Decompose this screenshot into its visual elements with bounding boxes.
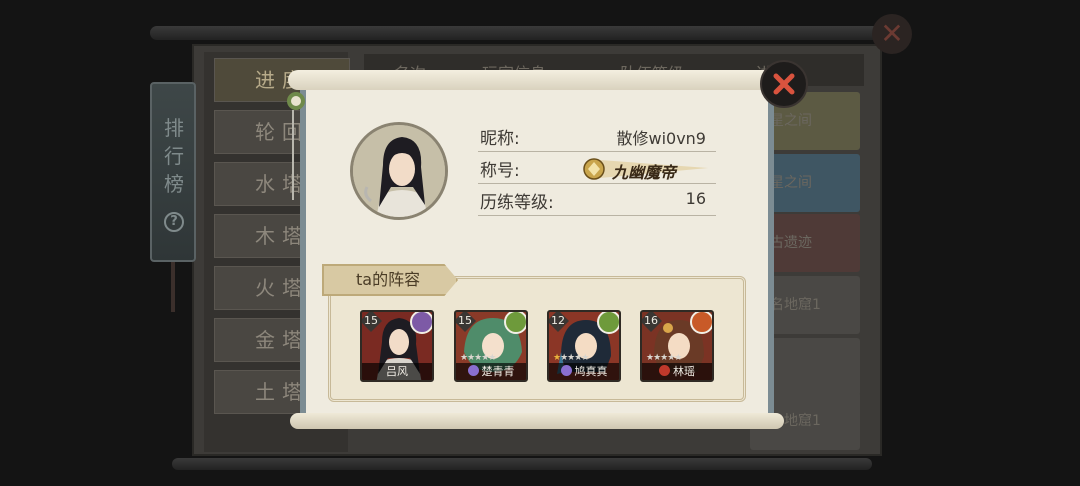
- hero-class-icon: [659, 365, 670, 376]
- hero-name-bar: 鸠真真: [549, 363, 619, 380]
- hero-card[interactable]: 15 ★★★★★ 楚青青: [454, 310, 528, 382]
- title-value: 九幽魔帝: [612, 163, 677, 182]
- jade-pendant-string: [292, 110, 294, 200]
- fire-element-icon: [690, 312, 712, 334]
- level-value: 16: [685, 189, 706, 208]
- row-progress: 古遗迹: [770, 235, 812, 251]
- title-label: 称号:: [480, 161, 520, 181]
- hero-name-bar: 林瑶: [642, 363, 712, 380]
- popup-rod-bottom: [290, 413, 784, 429]
- hero-name: 吕风: [386, 365, 408, 378]
- scroll-rod-top: [150, 26, 892, 40]
- question-icon[interactable]: ?: [164, 212, 184, 232]
- player-avatar[interactable]: [350, 122, 448, 220]
- hero-name: 林瑶: [673, 365, 695, 378]
- side-banner-title: 排行榜: [164, 116, 184, 196]
- wood-element-icon: [504, 312, 526, 334]
- title-badge: 九幽魔帝: [580, 156, 710, 182]
- hero-name-bar: 楚青青: [456, 363, 526, 380]
- hero-stars: ★★★★★: [553, 353, 589, 363]
- nickname-value: 散修wi0vn9: [616, 129, 706, 148]
- popup-close-button[interactable]: [760, 60, 808, 108]
- hero-name: 楚青青: [481, 365, 515, 378]
- hero-stars: ★★★★★: [646, 353, 682, 363]
- row-progress: 星之间: [770, 113, 812, 129]
- wood-element-icon: [597, 312, 619, 334]
- nickname-row: 昵称: 散修wi0vn9: [478, 122, 716, 152]
- lineup-label: ta的阵容: [322, 264, 458, 296]
- ranking-side-banner: 排行榜 ?: [150, 82, 196, 262]
- hero-card[interactable]: 12 ★★★★★ 鸠真真: [547, 310, 621, 382]
- hero-card[interactable]: 16 ★★★★★ 林瑶: [640, 310, 714, 382]
- level-label: 历练等级:: [480, 193, 554, 213]
- popup-rod-top: [288, 70, 786, 90]
- level-row: 历练等级: 16: [478, 186, 716, 216]
- hero-name-bar: 吕风: [362, 363, 432, 380]
- close-x-icon: [773, 73, 795, 95]
- banner-tassel: [171, 262, 175, 312]
- jade-pendant-icon: [287, 92, 305, 110]
- hero-name: 鸠真真: [574, 365, 608, 378]
- yin-yang-element-icon: [410, 312, 432, 334]
- hero-class-icon: [560, 365, 572, 376]
- scroll-rod-bottom: [172, 458, 872, 470]
- row-progress: 名地窟1: [770, 297, 821, 313]
- title-row: 称号: 九幽魔帝: [478, 154, 716, 184]
- hero-card[interactable]: 15 吕风: [360, 310, 434, 382]
- ranking-close-button[interactable]: ✕: [872, 14, 912, 54]
- row-progress: 星之间: [770, 175, 812, 191]
- hero-stars: ★★★★★: [460, 353, 496, 363]
- hero-class-icon: [467, 365, 479, 376]
- nickname-label: 昵称:: [480, 129, 520, 149]
